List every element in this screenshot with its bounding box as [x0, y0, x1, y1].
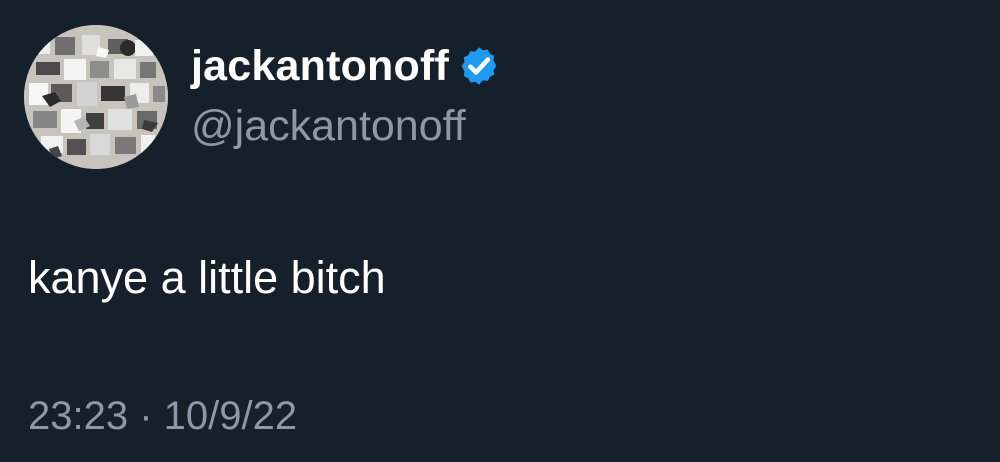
username-handle[interactable]: @jackantonoff	[191, 98, 466, 154]
tweet-text: kanye a little bitch	[28, 252, 386, 303]
verified-badge-icon	[457, 44, 501, 88]
avatar[interactable]	[24, 25, 168, 169]
display-name-row: jackantonoff	[191, 38, 501, 94]
tweet-timestamp[interactable]: 23:23 · 10/9/22	[28, 388, 297, 444]
display-name[interactable]: jackantonoff	[191, 38, 449, 94]
avatar-image	[24, 25, 168, 169]
tweet-card: jackantonoff @jackantonoff kanye a littl…	[0, 0, 1000, 462]
